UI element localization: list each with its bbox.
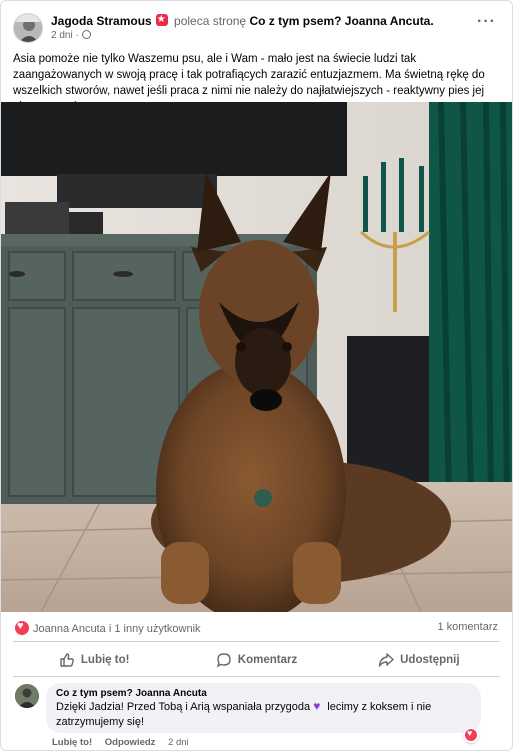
comment-icon bbox=[216, 653, 231, 668]
recommend-icon bbox=[155, 12, 168, 27]
commenter-avatar[interactable] bbox=[15, 684, 39, 708]
time-text[interactable]: 2 dni · bbox=[51, 30, 79, 41]
more-options-icon[interactable]: ··· bbox=[477, 14, 496, 30]
comment-reaction-badge[interactable] bbox=[463, 727, 479, 743]
love-reaction-icon-small bbox=[465, 728, 477, 741]
comment-text: Dzięki Jadzia! Przed Tobą i Arią wspania… bbox=[56, 700, 471, 730]
reactions-summary[interactable]: Joanna Ancuta i 1 inny użytkownik bbox=[33, 623, 201, 635]
comment-author[interactable]: Co z tym psem? Joanna Ancuta bbox=[56, 688, 471, 700]
like-button[interactable]: Lubię to! bbox=[13, 647, 175, 673]
post-photo[interactable] bbox=[1, 102, 512, 612]
page-name-link[interactable]: Co z tym psem? Joanna Ancuta. bbox=[249, 14, 433, 28]
comment-label: Komentarz bbox=[237, 654, 298, 666]
divider-bottom bbox=[13, 676, 500, 677]
comment-actions: Lubię to! Odpowiedz 2 dni bbox=[52, 737, 189, 748]
share-button[interactable]: Udostępnij bbox=[338, 647, 500, 673]
share-arrow-icon bbox=[378, 653, 394, 667]
purple-heart-icon: ♥ bbox=[313, 699, 321, 713]
comment-time[interactable]: 2 dni bbox=[168, 737, 189, 748]
like-label: Lubię to! bbox=[80, 654, 130, 666]
author-name[interactable]: Jagoda Stramous bbox=[51, 14, 152, 28]
post-header-line: Jagoda Stramous poleca stronę Co z tym p… bbox=[51, 12, 434, 29]
post-timestamp[interactable]: 2 dni · bbox=[51, 30, 91, 41]
globe-icon bbox=[81, 30, 91, 39]
share-label: Udostępnij bbox=[400, 654, 460, 666]
author-avatar[interactable] bbox=[13, 13, 43, 43]
reactions-bar: Joanna Ancuta i 1 inny użytkownik 1 kome… bbox=[15, 620, 498, 637]
divider-top bbox=[13, 641, 500, 642]
post-header: Jagoda Stramous poleca stronę Co z tym p… bbox=[13, 12, 500, 43]
comment-text-part1: Dzięki Jadzia! Przed Tobą i Arią wspania… bbox=[56, 701, 311, 713]
comment-bubble: Co z tym psem? Joanna Ancuta Dzięki Jadz… bbox=[46, 683, 481, 733]
comment-reply-button[interactable]: Odpowiedz bbox=[105, 737, 156, 748]
comment-count[interactable]: 1 komentarz bbox=[437, 621, 498, 633]
love-reaction-icon[interactable] bbox=[15, 620, 29, 635]
post-verb: poleca stronę bbox=[174, 14, 247, 28]
action-bar: Lubię to! Komentarz Udostępnij bbox=[13, 647, 500, 673]
thumbs-up-icon bbox=[60, 653, 74, 667]
comment-button[interactable]: Komentarz bbox=[175, 647, 337, 673]
comment-like-button[interactable]: Lubię to! bbox=[52, 737, 92, 748]
post-card: Jagoda Stramous poleca stronę Co z tym p… bbox=[0, 0, 513, 751]
